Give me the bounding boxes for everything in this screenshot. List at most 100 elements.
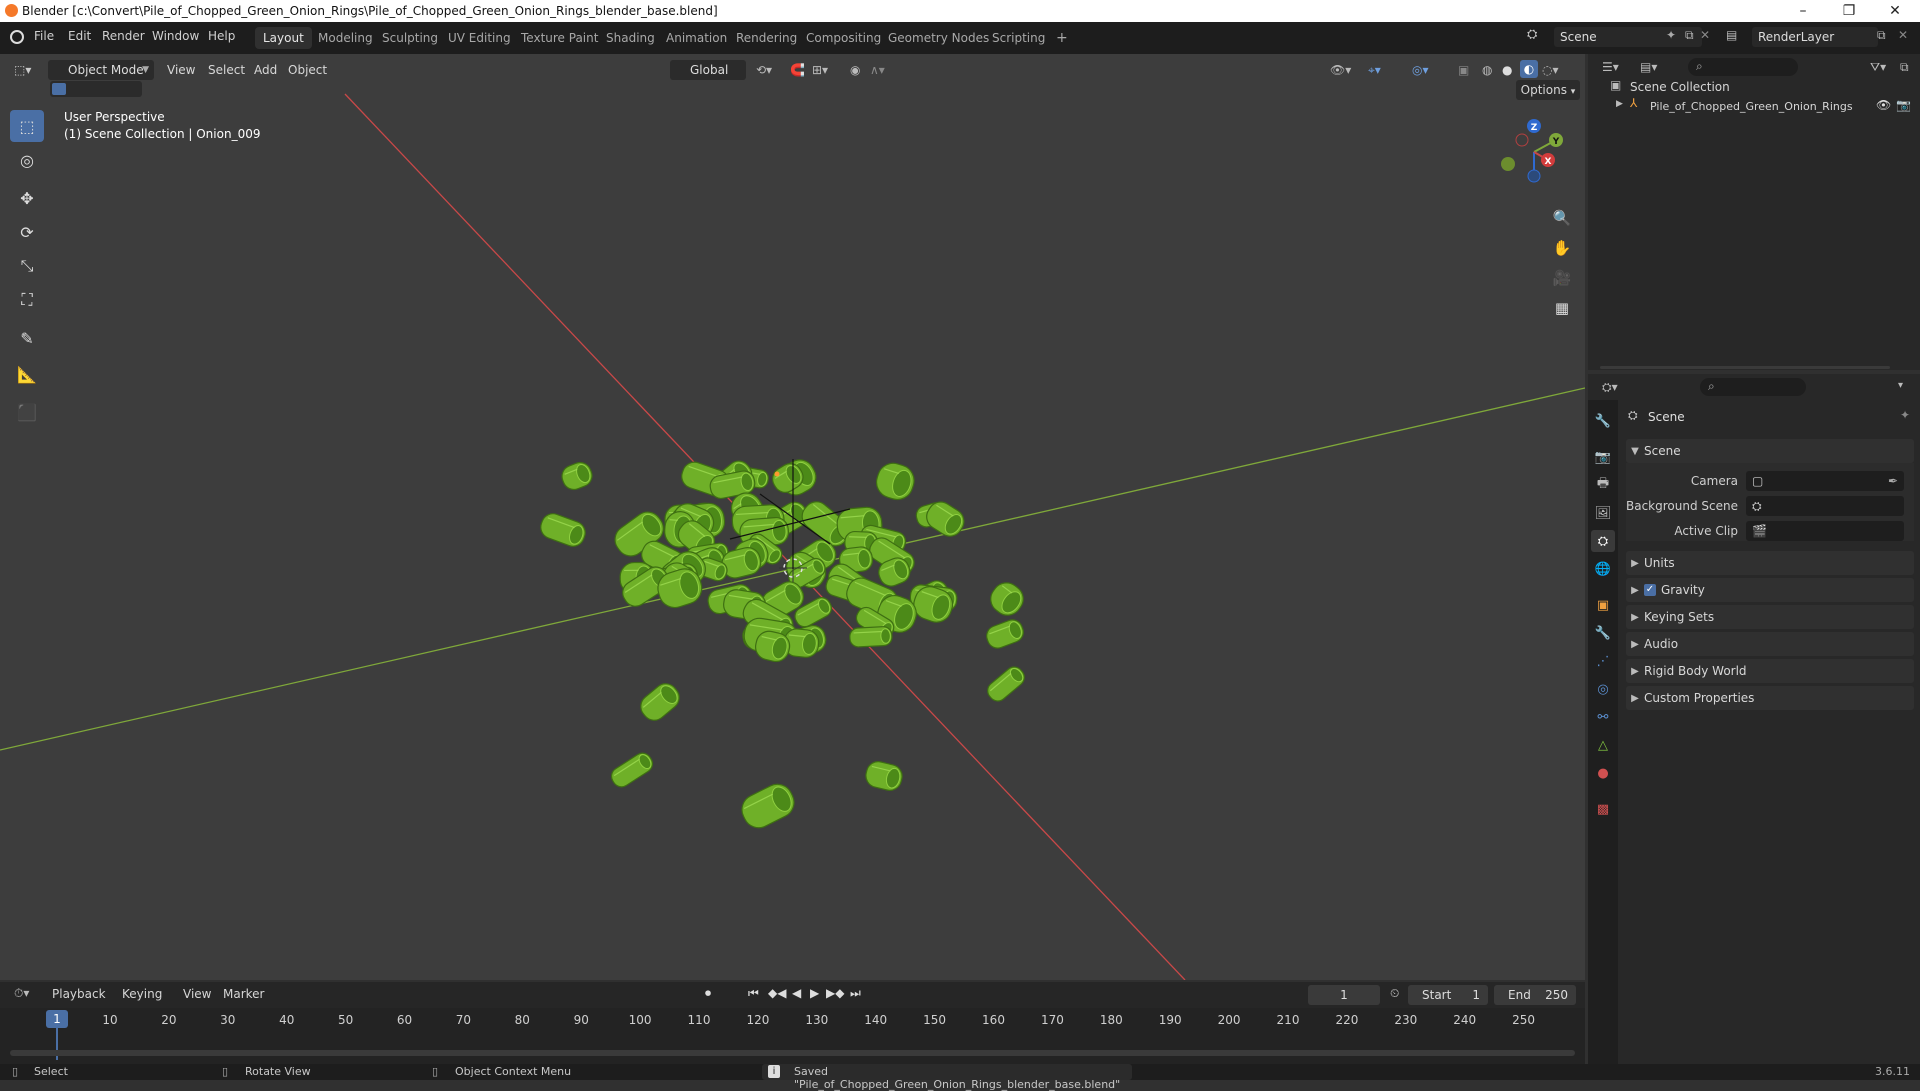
gizmo-toggle-icon[interactable]: ⌖▾ bbox=[1368, 60, 1381, 80]
menu-help[interactable]: Help bbox=[208, 29, 235, 43]
outliner-item-name[interactable]: Pile_of_Chopped_Green_Onion_Rings bbox=[1650, 100, 1853, 113]
render-tab-icon[interactable]: 📷 bbox=[1591, 446, 1615, 468]
jump-end-icon[interactable]: ⏭ bbox=[850, 986, 861, 1001]
next-keyframe-icon[interactable]: ▶◆ bbox=[826, 986, 844, 1000]
mode-dropdown[interactable]: Object Mode ▼ bbox=[48, 60, 154, 80]
add-cube-tool[interactable]: ⬛ bbox=[10, 396, 44, 428]
tab-layout[interactable]: Layout bbox=[255, 27, 312, 49]
scene-tab-icon[interactable]: ⛭ bbox=[1591, 530, 1615, 552]
menu-window[interactable]: Window bbox=[152, 29, 199, 43]
record-icon[interactable]: ⏺ bbox=[705, 986, 711, 1001]
marker-menu[interactable]: Marker bbox=[223, 987, 264, 1001]
current-frame-field[interactable]: 1 bbox=[1308, 985, 1380, 1005]
new-collection-icon[interactable]: ⧉ bbox=[1900, 60, 1909, 75]
keying-sets-panel[interactable]: ▶ Keying Sets bbox=[1626, 605, 1914, 629]
menu-file[interactable]: File bbox=[34, 29, 54, 43]
remove-scene-icon[interactable]: ✕ bbox=[1700, 28, 1710, 42]
tab-scripting[interactable]: Scripting bbox=[984, 27, 1053, 49]
custom-properties-panel[interactable]: ▶ Custom Properties bbox=[1626, 686, 1914, 710]
pin-icon[interactable]: ✦ bbox=[1900, 408, 1910, 422]
tool-tab-icon[interactable]: 🔧 bbox=[1591, 410, 1615, 432]
active-clip-field[interactable]: 🎬 bbox=[1746, 521, 1904, 541]
perspective-toggle-icon[interactable]: ▦ bbox=[1548, 294, 1576, 322]
tab-shading[interactable]: Shading bbox=[598, 27, 663, 49]
rotate-tool[interactable]: ⟳ bbox=[10, 216, 44, 248]
object-menu[interactable]: Object bbox=[288, 60, 327, 80]
close-button[interactable]: ✕ bbox=[1872, 0, 1918, 22]
properties-editor-icon[interactable]: ⛭▾ bbox=[1602, 380, 1618, 395]
play-reverse-icon[interactable]: ◀ bbox=[792, 986, 801, 1000]
pan-hand-icon[interactable]: ✋ bbox=[1548, 234, 1576, 262]
3d-viewport[interactable]: ⬚▾ Object Mode ▼ View Select Add Object … bbox=[0, 54, 1585, 980]
tab-sculpting[interactable]: Sculpting bbox=[374, 27, 446, 49]
constraints-tab-icon[interactable]: ⚯ bbox=[1591, 706, 1615, 728]
add-menu[interactable]: Add bbox=[254, 60, 277, 80]
xray-icon[interactable]: ▣ bbox=[1458, 60, 1469, 80]
new-view-layer-icon[interactable]: ⧉ bbox=[1877, 28, 1886, 43]
display-mode-icon[interactable]: ▤▾ bbox=[1640, 60, 1657, 74]
zoom-icon[interactable]: 🔍 bbox=[1548, 204, 1576, 232]
scene-collection-label[interactable]: Scene Collection bbox=[1630, 80, 1730, 94]
object-tab-icon[interactable]: ▣ bbox=[1591, 594, 1615, 616]
end-frame-field[interactable]: End 250 bbox=[1494, 985, 1576, 1005]
maximize-button[interactable]: ❐ bbox=[1826, 0, 1872, 22]
new-scene-icon[interactable]: ⧉ bbox=[1685, 28, 1694, 43]
outliner-search-input[interactable]: ⌕ bbox=[1688, 58, 1798, 76]
properties-search-input[interactable]: ⌕ bbox=[1700, 378, 1806, 396]
tab-rendering[interactable]: Rendering bbox=[728, 27, 805, 49]
chevron-down-icon[interactable]: ▾ bbox=[1898, 380, 1903, 391]
timeline-editor-icon[interactable]: ⏱▾ bbox=[14, 986, 29, 1001]
proportional-edit-icon[interactable]: ◉ bbox=[850, 60, 860, 80]
scene-selector-icon[interactable]: ⛭ bbox=[1527, 27, 1537, 42]
add-workspace-button[interactable]: + bbox=[1048, 27, 1076, 49]
camera-field[interactable]: ▢ ✒ bbox=[1746, 471, 1904, 491]
view-layer-icon[interactable]: ▤ bbox=[1726, 28, 1737, 42]
visibility-icon[interactable]: 👁▾ bbox=[1330, 60, 1351, 80]
tab-modeling[interactable]: Modeling bbox=[310, 27, 381, 49]
gravity-panel[interactable]: ▶ ✓ Gravity bbox=[1626, 578, 1914, 602]
transform-orientation-dropdown[interactable]: Global bbox=[670, 60, 746, 80]
keying-menu[interactable]: Keying bbox=[122, 987, 162, 1001]
filter-icon[interactable]: ⛛▾ bbox=[1870, 60, 1886, 75]
menu-edit[interactable]: Edit bbox=[68, 29, 91, 43]
rigid-body-world-panel[interactable]: ▶ Rigid Body World bbox=[1626, 659, 1914, 683]
gravity-checkbox[interactable]: ✓ bbox=[1644, 584, 1656, 596]
playback-menu[interactable]: Playback bbox=[52, 987, 106, 1001]
timeline-scrollbar[interactable] bbox=[10, 1050, 1575, 1056]
pivot-point-icon[interactable]: ⟲▾ bbox=[756, 60, 772, 80]
output-tab-icon[interactable]: 🖶 bbox=[1591, 474, 1615, 496]
playhead-indicator[interactable]: 1 bbox=[46, 1010, 68, 1028]
cursor-tool[interactable]: ◎ bbox=[10, 144, 44, 176]
tab-uv-editing[interactable]: UV Editing bbox=[440, 27, 519, 49]
data-tab-icon[interactable]: △ bbox=[1591, 734, 1615, 756]
texture-tab-icon[interactable]: ▩ bbox=[1591, 798, 1615, 820]
render-camera-icon[interactable]: 📷 bbox=[1896, 98, 1911, 112]
units-panel[interactable]: ▶ Units bbox=[1626, 551, 1914, 575]
tab-geometry-nodes[interactable]: Geometry Nodes bbox=[880, 27, 997, 49]
tab-texture-paint[interactable]: Texture Paint bbox=[513, 27, 606, 49]
timeline-view-menu[interactable]: View bbox=[183, 987, 211, 1001]
outliner-editor-icon[interactable]: ☰▾ bbox=[1602, 60, 1619, 74]
material-tab-icon[interactable]: ● bbox=[1591, 762, 1615, 784]
eye-icon[interactable]: 👁 bbox=[1876, 98, 1891, 112]
material-shading-icon[interactable]: ◐ bbox=[1520, 60, 1538, 78]
particles-tab-icon[interactable]: ⋰ bbox=[1591, 650, 1615, 672]
background-scene-field[interactable]: ⛭ bbox=[1746, 496, 1904, 516]
remove-view-layer-icon[interactable]: ✕ bbox=[1898, 28, 1908, 42]
pin-icon[interactable]: ✦ bbox=[1666, 28, 1676, 42]
blender-menu-icon[interactable] bbox=[10, 30, 24, 44]
transform-tool[interactable]: ⛶ bbox=[10, 284, 44, 316]
jump-start-icon[interactable]: ⏮ bbox=[748, 986, 759, 1001]
menu-render[interactable]: Render bbox=[102, 29, 145, 43]
move-tool[interactable]: ✥ bbox=[10, 182, 44, 214]
scene-name-field[interactable]: Scene bbox=[1554, 27, 1702, 47]
annotate-tool[interactable]: ✎ bbox=[10, 322, 44, 354]
start-frame-field[interactable]: Start 1 bbox=[1408, 985, 1488, 1005]
select-menu[interactable]: Select bbox=[208, 60, 245, 80]
wireframe-shading-icon[interactable]: ◍ bbox=[1482, 60, 1492, 80]
expand-arrow-icon[interactable]: ▶ bbox=[1616, 99, 1623, 109]
solid-shading-icon[interactable]: ● bbox=[1502, 60, 1512, 80]
rendered-shading-icon[interactable]: ◌▾ bbox=[1542, 60, 1559, 80]
options-button[interactable]: Options ▾ bbox=[1516, 80, 1580, 100]
select-new-icon[interactable] bbox=[52, 83, 66, 95]
